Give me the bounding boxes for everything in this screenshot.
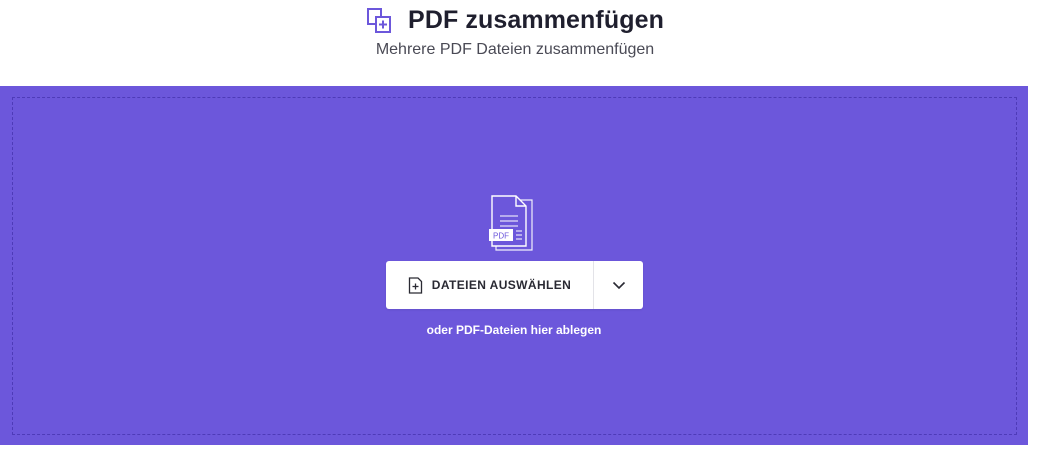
page-header: PDF zusammenfügen Mehrere PDF Dateien zu… — [0, 0, 1046, 84]
drop-hint: oder PDF-Dateien hier ablegen — [426, 323, 602, 337]
page-subtitle: Mehrere PDF Dateien zusammenfügen — [375, 41, 655, 58]
add-file-icon — [408, 276, 422, 294]
pdf-files-icon: PDF — [489, 195, 533, 251]
title-row: PDF zusammenfügen — [0, 6, 1030, 35]
page: PDF zusammenfügen Mehrere PDF Dateien zu… — [0, 0, 1046, 456]
file-dropzone[interactable]: PDF DATEIEN AUSWÄHLEN oder PDF-Dateien h… — [0, 86, 1028, 445]
select-files-button-group: DATEIEN AUSWÄHLEN — [386, 261, 643, 309]
merge-files-icon — [367, 7, 392, 33]
chevron-down-icon — [612, 281, 625, 289]
select-files-button[interactable]: DATEIEN AUSWÄHLEN — [386, 261, 593, 309]
pdf-label: PDF — [493, 232, 509, 241]
source-dropdown-toggle[interactable] — [594, 261, 643, 309]
select-files-label: DATEIEN AUSWÄHLEN — [431, 278, 572, 292]
page-title: PDF zusammenfügen — [408, 6, 664, 34]
